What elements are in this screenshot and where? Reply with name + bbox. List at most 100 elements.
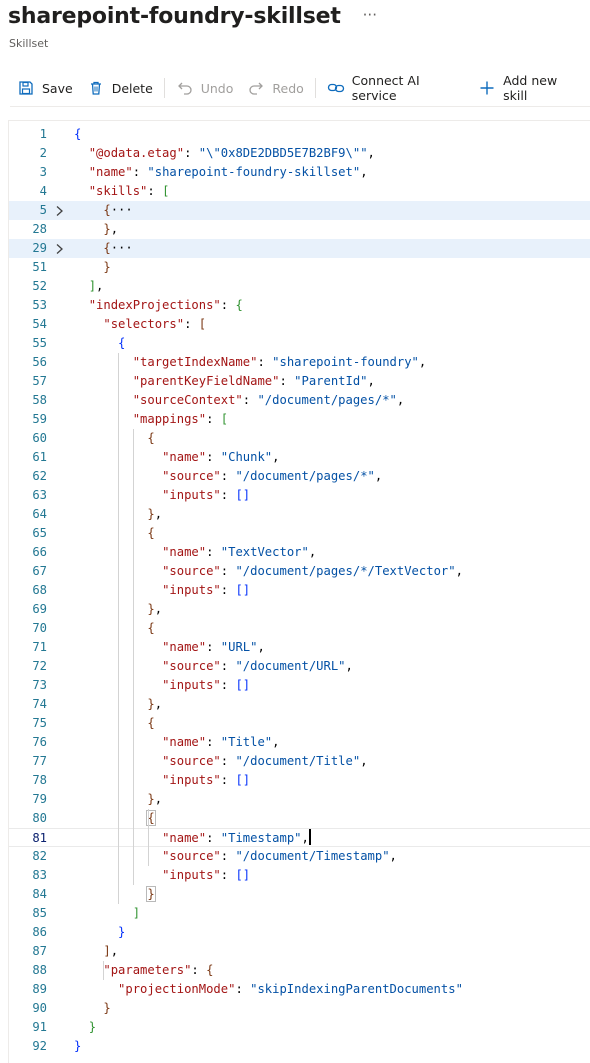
code-token: : [206, 640, 221, 654]
code-line[interactable]: 56 "targetIndexName": "sharepoint-foundr… [9, 353, 590, 372]
code-token: { [235, 298, 243, 312]
code-line[interactable]: 87 ], [9, 942, 590, 961]
more-options-icon[interactable]: ··· [363, 6, 377, 24]
line-number: 60 [32, 431, 47, 445]
code-line[interactable]: 62 "source": "/document/pages/*", [9, 467, 590, 486]
code-line[interactable]: 64 }, [9, 505, 590, 524]
code-line[interactable]: 28 }, [9, 220, 590, 239]
code-line[interactable]: 88 "parameters": { [9, 961, 590, 980]
code-line[interactable]: 4 "skills": [ [9, 182, 590, 201]
code-line[interactable]: 91 } [9, 1018, 590, 1037]
indent-guide [118, 353, 120, 904]
line-number: 76 [32, 735, 47, 749]
line-number: 64 [32, 507, 47, 521]
code-line[interactable]: 61 "name": "Chunk", [9, 448, 590, 467]
line-number: 71 [32, 640, 47, 654]
code-line[interactable]: 55 { [9, 334, 590, 353]
page-subtitle: Skillset [9, 37, 49, 50]
code-text: } [74, 258, 110, 277]
code-line[interactable]: 63 "inputs": [] [9, 486, 590, 505]
code-text: { [74, 809, 156, 828]
code-line[interactable]: 85 ] [9, 904, 590, 923]
code-line[interactable]: 78 "inputs": [] [9, 771, 590, 790]
code-line[interactable]: 79 }, [9, 790, 590, 809]
code-token: "inputs" [162, 488, 221, 502]
line-number: 72 [32, 659, 47, 673]
code-line[interactable]: 89 "projectionMode": "skipIndexingParent… [9, 980, 590, 999]
fold-chevron-icon[interactable] [53, 201, 67, 220]
code-line[interactable]: 68 "inputs": [] [9, 581, 590, 600]
code-line[interactable]: 81 "name": "Timestamp", [9, 828, 590, 847]
code-line[interactable]: 92} [9, 1037, 590, 1056]
code-token: "@odata.etag" [88, 146, 185, 160]
code-line[interactable]: 90 } [9, 999, 590, 1018]
line-number: 75 [32, 716, 47, 730]
code-token: , [360, 165, 368, 179]
code-line[interactable]: 71 "name": "URL", [9, 638, 590, 657]
code-token: : [220, 849, 236, 863]
code-line[interactable]: 82 "source": "/document/Timestamp", [9, 847, 590, 866]
line-number: 2 [39, 146, 47, 160]
code-line[interactable]: 66 "name": "TextVector", [9, 543, 590, 562]
code-text: { [74, 714, 154, 733]
code-token: "Title" [220, 735, 273, 749]
code-line[interactable]: 72 "source": "/document/URL", [9, 657, 590, 676]
code-token: , [154, 792, 163, 806]
title-row: sharepoint-foundry-skillset ··· [8, 4, 377, 29]
code-line[interactable]: 5 {··· [9, 201, 590, 220]
code-token: [] [235, 583, 251, 597]
delete-button[interactable]: Delete [80, 70, 160, 106]
code-token: , [374, 469, 383, 483]
code-line[interactable]: 65 { [9, 524, 590, 543]
line-number: 67 [32, 564, 47, 578]
code-token: : [206, 545, 221, 559]
redo-button[interactable]: Redo [240, 70, 310, 106]
code-token: , [360, 754, 368, 768]
code-line[interactable]: 52 ], [9, 277, 590, 296]
code-token: : [220, 678, 236, 692]
code-line[interactable]: 70 { [9, 619, 590, 638]
code-line[interactable]: 80 { [9, 809, 590, 828]
text-cursor [308, 829, 311, 845]
fold-chevron-icon[interactable] [53, 239, 67, 258]
code-text: "source": "/document/URL", [74, 657, 353, 676]
code-line[interactable]: 73 "inputs": [] [9, 676, 590, 695]
code-line[interactable]: 69 }, [9, 600, 590, 619]
code-line[interactable]: 86 } [9, 923, 590, 942]
code-line[interactable]: 76 "name": "Title", [9, 733, 590, 752]
code-line[interactable]: 57 "parentKeyFieldName": "ParentId", [9, 372, 590, 391]
add-new-skill-button[interactable]: Add new skill [472, 70, 590, 106]
code-token: , [257, 640, 265, 654]
code-token: [ [198, 317, 207, 331]
json-code-editor[interactable]: 1{2 "@odata.etag": "\"0x8DE2DBD5E7B2BF9\… [8, 120, 590, 1063]
code-line[interactable]: 54 "selectors": [ [9, 315, 590, 334]
save-button[interactable]: Save [10, 70, 80, 106]
code-line[interactable]: 67 "source": "/document/pages/*/TextVect… [9, 562, 590, 581]
code-text: "inputs": [] [74, 486, 250, 505]
code-line[interactable]: 51 } [9, 258, 590, 277]
code-line[interactable]: 59 "mappings": [ [9, 410, 590, 429]
undo-button[interactable]: Undo [169, 70, 241, 106]
code-line[interactable]: 77 "source": "/document/Title", [9, 752, 590, 771]
connect-ai-service-button[interactable]: Connect AI service [320, 70, 472, 106]
code-line[interactable]: 60 { [9, 429, 590, 448]
code-line[interactable]: 75 { [9, 714, 590, 733]
code-token: : [220, 868, 236, 882]
code-line[interactable]: 74 }, [9, 695, 590, 714]
code-line[interactable]: 1{ [9, 125, 590, 144]
code-line[interactable]: 83 "inputs": [] [9, 866, 590, 885]
code-token: { [147, 526, 155, 540]
code-token: } [118, 925, 126, 939]
code-line[interactable]: 2 "@odata.etag": "\"0x8DE2DBD5E7B2BF9\""… [9, 144, 590, 163]
code-line[interactable]: 3 "name": "sharepoint-foundry-skillset", [9, 163, 590, 182]
code-line[interactable]: 58 "sourceContext": "/document/pages/*", [9, 391, 590, 410]
code-line[interactable]: 29 {··· [9, 239, 590, 258]
code-text: "name": "sharepoint-foundry-skillset", [74, 163, 368, 182]
code-line[interactable]: 53 "indexProjections": { [9, 296, 590, 315]
code-line[interactable]: 84 } [9, 885, 590, 904]
